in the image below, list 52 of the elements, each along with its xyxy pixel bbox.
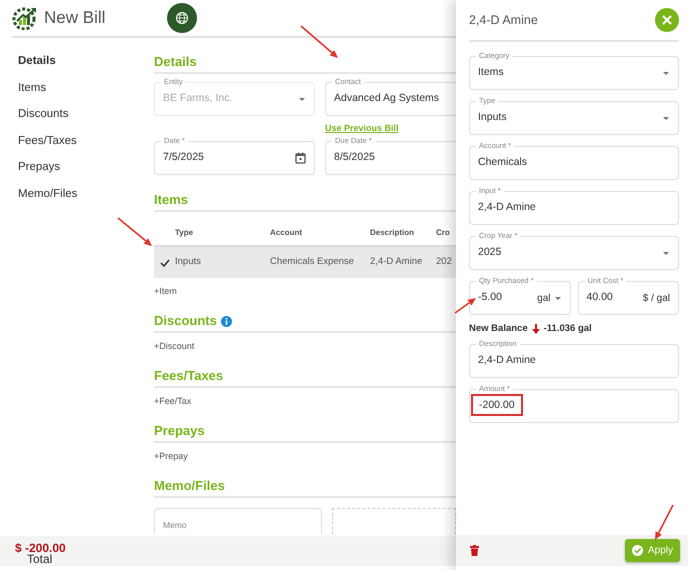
calendar-icon — [295, 152, 306, 164]
caret-icon — [298, 96, 306, 102]
sidebar-item[interactable]: Discounts — [18, 105, 154, 132]
close-icon — [662, 15, 672, 25]
memo-field[interactable]: Memo — [154, 508, 322, 534]
section-heading: Fees/Taxes — [154, 367, 224, 386]
section-heading: Prepays — [154, 422, 205, 440]
caret-icon — [554, 296, 562, 300]
drawer-title: 2,4-D Amine — [469, 12, 538, 29]
sidebar-item[interactable]: Fees/Taxes — [18, 132, 154, 158]
table-cell-text: 2,4-D Amine — [370, 255, 424, 270]
highlight-box: -200.00 — [471, 394, 523, 416]
annotation-arrow — [300, 25, 338, 58]
sidebar-item[interactable]: Memo/Files — [18, 184, 154, 211]
trash-icon — [470, 545, 479, 556]
table-cell-text: 202 — [436, 255, 453, 270]
caret-icon — [662, 70, 670, 76]
annotation-arrow — [655, 504, 674, 540]
sidebar-item[interactable]: Details — [18, 52, 154, 78]
check-circle-icon — [632, 545, 643, 556]
sphere-button[interactable] — [167, 3, 198, 33]
logo-icon — [12, 6, 38, 30]
balance-label: New Balance — [469, 322, 528, 336]
section-heading: Discounts — [154, 312, 217, 330]
check-icon — [160, 258, 170, 266]
section-heading: Details — [154, 53, 197, 72]
section-heading: Memo/Files — [154, 477, 225, 496]
total-label: Total — [27, 554, 52, 565]
sidebar-item[interactable]: Prepays — [18, 158, 154, 184]
total-amount: $ -200.00 — [15, 540, 67, 554]
column-header: Type — [175, 227, 194, 239]
add-link[interactable]: +Fee/Tax — [154, 395, 192, 409]
add-link[interactable]: +Prepay — [154, 450, 188, 464]
section-heading: Items — [154, 191, 188, 210]
down-arrow-icon — [530, 324, 541, 334]
sidebar-item[interactable]: Items — [18, 78, 154, 105]
add-item-link[interactable]: +Item — [154, 285, 177, 299]
add-link[interactable]: +Discount — [154, 340, 194, 354]
caret-icon — [662, 250, 670, 256]
balance-value: -11.036 gal — [544, 322, 592, 336]
column-header: Description — [370, 227, 416, 239]
table-row[interactable]: Inputs Chemicals Expense 2,4-D Amine 202 — [154, 245, 456, 278]
globe-icon — [175, 11, 190, 25]
table-cell-text: Chemicals Expense — [270, 255, 355, 270]
annotation-arrow — [454, 298, 476, 314]
table-cell-text: Inputs — [175, 255, 202, 270]
close-button[interactable] — [655, 8, 679, 32]
column-header: Account — [270, 227, 303, 239]
caret-icon — [662, 116, 670, 120]
page-title: New Bill — [44, 7, 106, 30]
annotation-arrow — [118, 217, 152, 246]
column-header: Cro — [436, 227, 451, 239]
